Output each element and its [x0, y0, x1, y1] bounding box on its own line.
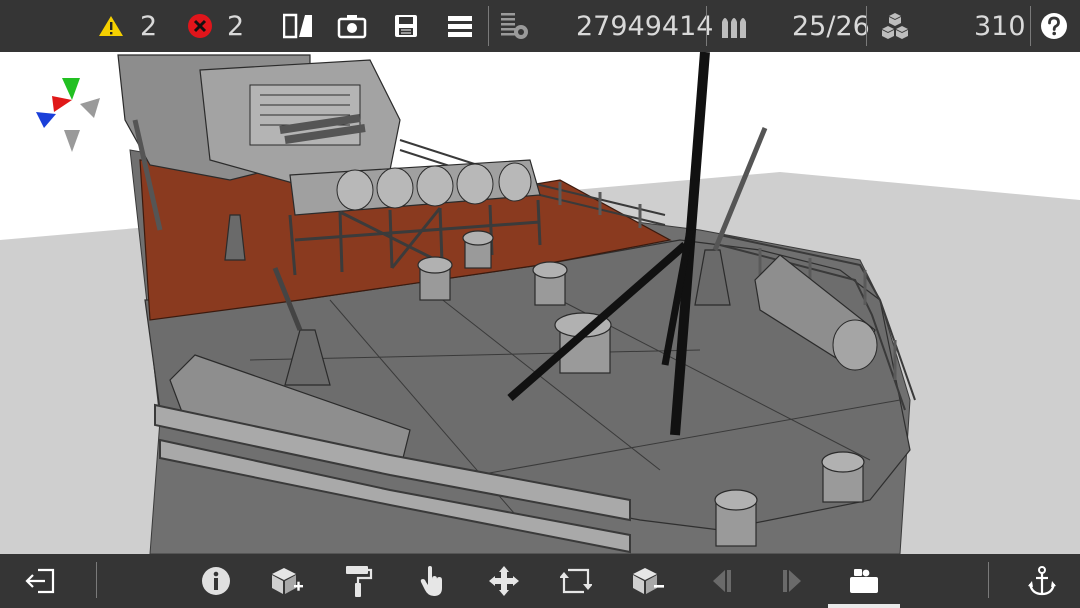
- touch-select-icon[interactable]: [412, 554, 452, 608]
- help-icon[interactable]: [1038, 0, 1070, 52]
- active-tool-indicator: [828, 604, 900, 608]
- camera-icon[interactable]: [334, 0, 370, 52]
- rotate-icon[interactable]: [556, 554, 596, 608]
- ammo-icon: [718, 0, 750, 52]
- split-view-icon[interactable]: [282, 0, 314, 52]
- paint-roller-icon[interactable]: [338, 554, 378, 608]
- polygon-stats-icon: [498, 0, 532, 52]
- 3d-viewport[interactable]: [0, 51, 1080, 555]
- toolbar-separator: [988, 562, 989, 598]
- camera-view-icon[interactable]: [844, 554, 884, 608]
- parts-icon: [878, 0, 912, 52]
- menu-icon[interactable]: [444, 0, 476, 52]
- parts-count: 310: [974, 10, 1026, 42]
- anchor-icon[interactable]: [1022, 554, 1062, 608]
- toolbar-separator: [1030, 6, 1031, 46]
- ship-scene: [0, 51, 1080, 555]
- save-icon[interactable]: [390, 0, 422, 52]
- toolbar-separator: [96, 562, 97, 598]
- warning-icon[interactable]: [96, 0, 126, 52]
- error-icon[interactable]: [185, 0, 215, 52]
- toolbar-separator: [866, 6, 867, 46]
- bottom-toolbar: [0, 554, 1080, 608]
- top-toolbar: 2 2 27949414 25/26 310: [0, 0, 1080, 52]
- toolbar-separator: [488, 6, 489, 46]
- toolbar-separator: [706, 6, 707, 46]
- errors-count: 2: [227, 10, 245, 42]
- step-back-icon[interactable]: [702, 554, 742, 608]
- remove-part-icon[interactable]: [626, 554, 668, 608]
- info-icon[interactable]: [198, 554, 234, 608]
- exit-icon[interactable]: [20, 554, 60, 608]
- warnings-count: 2: [140, 10, 158, 42]
- ammo-count: 25/26: [792, 10, 870, 42]
- move-icon[interactable]: [484, 554, 524, 608]
- poly-count: 27949414: [576, 10, 714, 42]
- add-part-icon[interactable]: [266, 554, 306, 608]
- step-forward-icon[interactable]: [772, 554, 812, 608]
